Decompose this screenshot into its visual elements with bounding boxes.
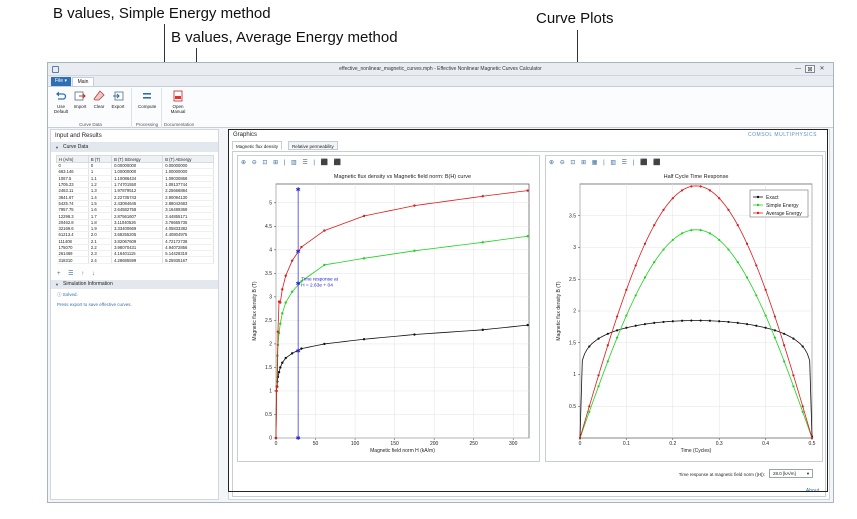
table-cell[interactable]: 318310 — [56, 256, 89, 264]
processing-group: Compute Processing — [133, 88, 162, 128]
clear-button[interactable]: Clear — [90, 90, 108, 109]
file-tab[interactable]: File ▾ — [51, 77, 71, 86]
maximize-button[interactable]: ⊠ — [805, 65, 815, 73]
callout-simple-energy: B values, Simple Energy method — [53, 5, 271, 22]
compute-icon — [143, 93, 151, 99]
table-cell[interactable]: 2.4 — [88, 256, 113, 264]
curve-data-group: Use Default Import Clear Export Curve Da… — [50, 88, 132, 128]
compute-button[interactable]: Compute — [138, 90, 156, 109]
minimize-button[interactable]: — — [793, 65, 803, 73]
processing-group-title: Processing — [135, 122, 159, 127]
col-b[interactable]: B (T) — [87, 155, 113, 163]
pdf-manual-icon — [173, 90, 183, 102]
close-button[interactable]: ✕ — [817, 65, 827, 73]
main-tab[interactable]: Main — [72, 77, 94, 86]
use-default-label: Use Default — [53, 104, 69, 114]
export-icon — [113, 91, 124, 101]
app-icon — [52, 66, 59, 73]
callout-curve-plots: Curve Plots — [536, 10, 614, 27]
callout-average-energy: B values, Average Energy method — [171, 29, 398, 46]
documentation-group-title: Documentation — [163, 122, 195, 127]
import-label: Import — [73, 104, 87, 109]
col-h[interactable]: H (A/m) — [56, 155, 89, 163]
ribbon: Use Default Import Clear Export Curve Da… — [48, 86, 833, 128]
clear-label: Clear — [93, 104, 105, 109]
curve-data-group-title: Curve Data — [79, 122, 102, 127]
export-button[interactable]: Export — [109, 90, 127, 109]
undo-icon — [56, 91, 67, 100]
solved-text: Solved. — [62, 291, 78, 297]
export-label: Export — [111, 104, 125, 109]
curve-plots-highlight — [228, 129, 828, 492]
import-button[interactable]: Import — [71, 90, 89, 109]
window-title: effective_nonlinear_magnetic_curves.mph … — [339, 66, 542, 72]
ribbon-tabs: File ▾ Main — [48, 76, 833, 86]
window-titlebar: effective_nonlinear_magnetic_curves.mph … — [48, 63, 833, 76]
compute-label: Compute — [138, 104, 157, 109]
open-manual-button[interactable]: Open Manual — [169, 90, 187, 114]
pane-title: Input and Results — [51, 130, 218, 143]
curve-data-section[interactable]: Curve Data — [51, 143, 218, 152]
import-icon — [74, 91, 86, 101]
b-columns-highlight — [141, 158, 218, 318]
open-manual-label: Open Manual — [170, 104, 186, 114]
use-default-button[interactable]: Use Default — [52, 90, 70, 114]
clear-icon — [93, 90, 105, 101]
documentation-group: Open Manual Documentation — [163, 88, 195, 128]
